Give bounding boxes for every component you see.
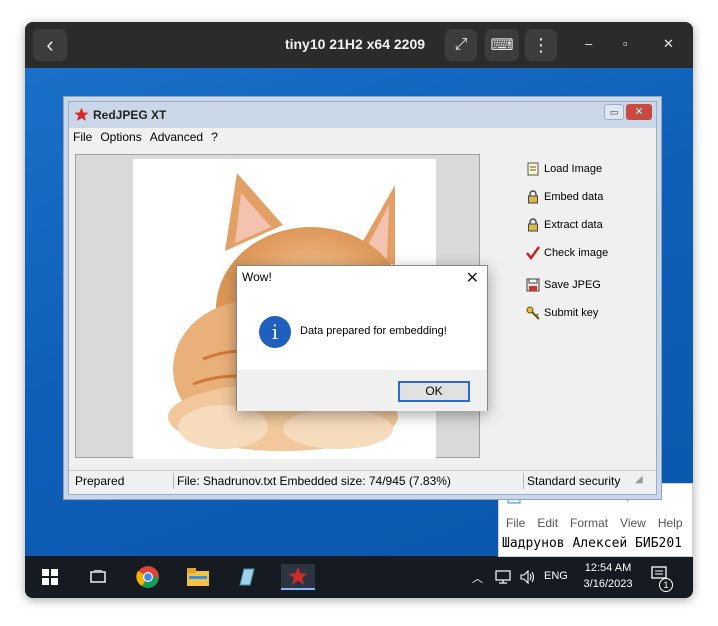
maximize-button[interactable]: ▫ — [623, 36, 628, 51]
keyboard-icon: ⌨ — [490, 37, 514, 54]
status-state: Prepared — [75, 474, 125, 488]
windows-logo-icon — [42, 569, 58, 585]
lock-icon — [526, 218, 540, 232]
info-icon: i — [259, 316, 291, 348]
taskbar: ︿ ENG 12:54 AM 3/16/2023 1 — [25, 556, 693, 598]
extract-data-button[interactable]: Extract data — [526, 218, 603, 232]
document-icon — [526, 162, 540, 176]
notepad-menu-help[interactable]: Help — [658, 516, 683, 530]
show-hidden-icons-button[interactable]: ︿ — [472, 570, 483, 586]
input-language-indicator[interactable]: ENG — [544, 570, 568, 582]
dialog-close-button[interactable]: ✕ — [466, 268, 479, 288]
dialog-message: Data prepared for embedding! — [300, 325, 447, 337]
notepad-menu-file[interactable]: File — [506, 516, 525, 530]
submit-key-label: Submit key — [544, 307, 599, 319]
task-view-icon — [90, 570, 106, 583]
system-clock[interactable]: 12:54 AM 3/16/2023 — [573, 560, 643, 592]
volume-button[interactable] — [520, 569, 536, 587]
redjpeg-minimize-button[interactable]: ▭ — [604, 104, 624, 120]
maximize-icon: ▫ — [623, 36, 628, 51]
file-explorer-taskbar-button[interactable] — [185, 564, 211, 590]
minimize-icon: – — [585, 36, 593, 51]
redjpeg-taskbar-button[interactable] — [281, 564, 315, 590]
redjpeg-title-bar[interactable]: RedJPEG XT ▭ ✕ — [69, 102, 656, 128]
more-icon: ⋮ — [532, 34, 550, 55]
folder-icon — [187, 568, 209, 586]
back-icon: ‹ — [46, 32, 54, 57]
dialog-footer: OK — [237, 370, 487, 411]
menu-options[interactable]: Options — [100, 130, 141, 144]
chevron-up-icon: ︿ — [472, 573, 483, 585]
notepad-menubar: File Edit Format View Help — [506, 516, 683, 530]
keyboard-button[interactable]: ⌨ — [485, 29, 519, 61]
message-dialog: Wow! ✕ i Data prepared for embedding! OK — [236, 265, 488, 411]
menu-advanced[interactable]: Advanced — [150, 130, 203, 144]
network-icon — [495, 570, 511, 584]
status-file-info: File: Shadrunov.txt Embedded size: 74/94… — [177, 474, 451, 488]
notification-count-badge: 1 — [659, 578, 673, 592]
status-divider — [173, 473, 174, 489]
notepad-menu-format[interactable]: Format — [570, 516, 608, 530]
clock-time: 12:54 AM — [584, 562, 632, 574]
notepad-menu-view[interactable]: View — [620, 516, 646, 530]
close-icon: ✕ — [663, 36, 674, 51]
check-image-button[interactable]: Check image — [526, 246, 608, 260]
save-icon — [526, 278, 540, 292]
status-security: Standard security — [527, 474, 621, 488]
menu-file[interactable]: File — [73, 130, 92, 144]
task-view-button[interactable] — [85, 564, 111, 590]
start-button[interactable] — [37, 564, 63, 590]
status-divider — [523, 473, 524, 489]
resize-grip-icon[interactable]: ◢ — [635, 474, 643, 485]
save-jpeg-label: Save JPEG — [544, 279, 601, 291]
back-button[interactable]: ‹ — [33, 29, 67, 61]
network-status-button[interactable] — [495, 570, 511, 587]
lock-icon — [526, 190, 540, 204]
ok-button[interactable]: OK — [398, 381, 470, 402]
embed-data-label: Embed data — [544, 191, 604, 203]
fullscreen-button[interactable]: ⤢ — [445, 29, 477, 61]
checkmark-icon — [526, 246, 540, 260]
fullscreen-icon: ⤢ — [454, 36, 468, 53]
save-jpeg-button[interactable]: Save JPEG — [526, 278, 601, 292]
redjpeg-title: RedJPEG XT — [93, 108, 167, 122]
status-bar: Prepared File: Shadrunov.txt Embedded si… — [69, 470, 656, 490]
notepad-taskbar-button[interactable] — [233, 564, 259, 590]
speaker-icon — [520, 569, 535, 585]
minimize-button[interactable]: – — [585, 36, 592, 51]
session-title: tiny10 21H2 x64 2209 — [284, 36, 426, 52]
red-star-icon — [74, 107, 89, 121]
extract-data-label: Extract data — [544, 219, 603, 231]
close-session-button[interactable]: ✕ — [663, 36, 674, 52]
submit-key-button[interactable]: Submit key — [526, 306, 598, 320]
session-top-bar: ‹ tiny10 21H2 x64 2209 ⤢ ⌨ ⋮ – ▫ ✕ — [25, 22, 693, 68]
key-icon — [526, 306, 540, 320]
notepad-text-area[interactable]: Шадрунов Алексей БИБ201 — [502, 536, 682, 551]
redjpeg-menubar: File Options Advanced? — [73, 130, 226, 148]
notepad-icon — [239, 568, 255, 586]
more-button[interactable]: ⋮ — [525, 29, 557, 61]
dialog-title: Wow! — [242, 270, 272, 284]
chrome-taskbar-button[interactable] — [135, 564, 161, 590]
load-image-label: Load Image — [544, 163, 603, 175]
clock-date: 3/16/2023 — [583, 578, 633, 590]
chrome-icon — [136, 566, 159, 588]
menu-help[interactable]: ? — [211, 130, 218, 144]
embed-data-button[interactable]: Embed data — [526, 190, 603, 204]
load-image-button[interactable]: Load Image — [526, 162, 602, 176]
red-star-icon — [288, 567, 308, 585]
notepad-menu-edit[interactable]: Edit — [537, 516, 558, 530]
redjpeg-close-button[interactable]: ✕ — [626, 104, 652, 120]
check-image-label: Check image — [544, 247, 609, 259]
